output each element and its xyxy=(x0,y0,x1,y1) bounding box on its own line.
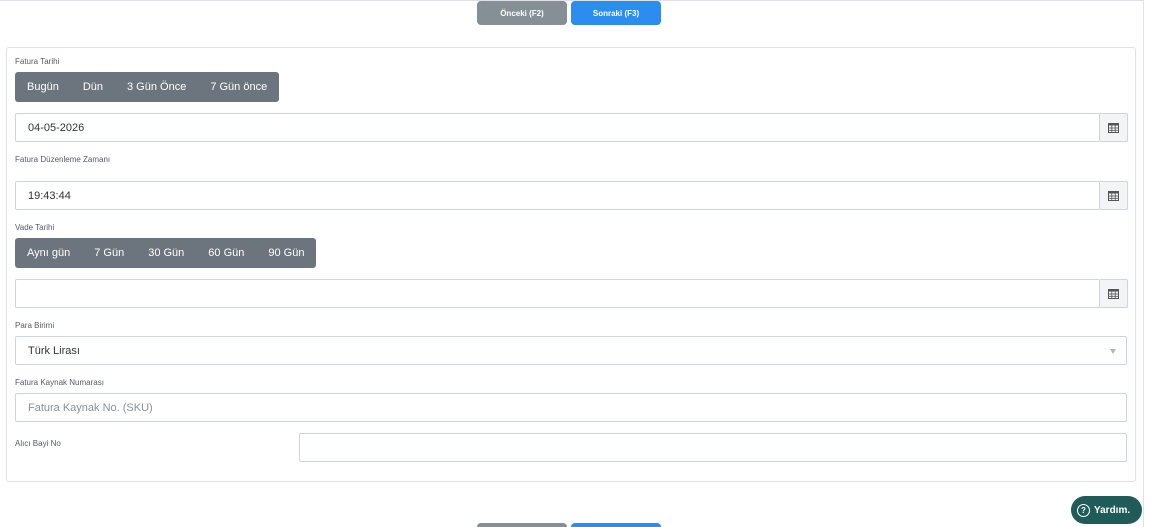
due-same-day-button[interactable]: Aynı gün xyxy=(15,238,82,268)
calendar-icon xyxy=(1108,190,1119,201)
due-date-input[interactable] xyxy=(15,279,1100,308)
invoice-date-calendar-button[interactable] xyxy=(1100,113,1128,142)
calendar-icon xyxy=(1108,288,1119,299)
quick-today-button[interactable]: Bugün xyxy=(15,72,71,102)
invoice-date-quick-buttons: Bugün Dün 3 Gün Önce 7 Gün önce xyxy=(15,72,280,102)
currency-select[interactable]: Türk Lirası xyxy=(15,336,1127,365)
invoice-date-value: 04-05-2026 xyxy=(28,121,85,134)
invoice-date-input[interactable]: 04-05-2026 xyxy=(15,113,1100,142)
source-no-label: Fatura Kaynak Numarası xyxy=(15,378,104,387)
previous-button-bottom[interactable] xyxy=(477,523,567,527)
source-no-input[interactable]: Fatura Kaynak No. (SKU) xyxy=(15,393,1127,422)
due-90-days-button[interactable]: 90 Gün xyxy=(256,238,316,268)
invoice-time-input[interactable]: 19:43:44 xyxy=(15,181,1100,210)
next-button[interactable]: Sonraki (F3) xyxy=(571,1,661,25)
next-button-bottom[interactable] xyxy=(571,523,661,527)
previous-button[interactable]: Önceki (F2) xyxy=(477,1,567,25)
due-date-quick-buttons: Aynı gün 7 Gün 30 Gün 60 Gün 90 Gün xyxy=(15,238,317,268)
due-30-days-button[interactable]: 30 Gün xyxy=(136,238,196,268)
calendar-icon xyxy=(1108,122,1119,133)
help-label: Yardım. xyxy=(1094,504,1131,516)
currency-selected-value: Türk Lirası xyxy=(28,344,80,357)
due-date-calendar-button[interactable] xyxy=(1100,279,1128,308)
quick-yesterday-button[interactable]: Dün xyxy=(71,72,115,102)
invoice-time-label: Fatura Düzenleme Zamanı xyxy=(15,155,111,164)
top-divider xyxy=(0,0,1143,1)
invoice-time-value: 19:43:44 xyxy=(28,189,71,202)
right-scroll-edge xyxy=(1143,0,1144,527)
source-no-placeholder: Fatura Kaynak No. (SKU) xyxy=(28,401,153,414)
invoice-date-label: Fatura Tarihi xyxy=(15,57,60,66)
due-60-days-button[interactable]: 60 Gün xyxy=(196,238,256,268)
question-icon: ? xyxy=(1077,503,1090,517)
due-date-label: Vade Tarihi xyxy=(15,223,55,232)
quick-7-days-ago-button[interactable]: 7 Gün önce xyxy=(198,72,279,102)
invoice-form-card: Fatura Tarihi Bugün Dün 3 Gün Önce 7 Gün… xyxy=(6,47,1136,482)
help-button[interactable]: ? Yardım. xyxy=(1071,496,1142,524)
buyer-dealer-input[interactable] xyxy=(299,433,1127,462)
invoice-time-calendar-button[interactable] xyxy=(1100,181,1128,210)
due-7-days-button[interactable]: 7 Gün xyxy=(82,238,136,268)
chevron-down-icon xyxy=(1110,349,1116,354)
quick-3-days-ago-button[interactable]: 3 Gün Önce xyxy=(115,72,198,102)
currency-label: Para Birimi xyxy=(15,321,55,330)
buyer-dealer-label: Alıcı Bayi No xyxy=(15,439,61,448)
